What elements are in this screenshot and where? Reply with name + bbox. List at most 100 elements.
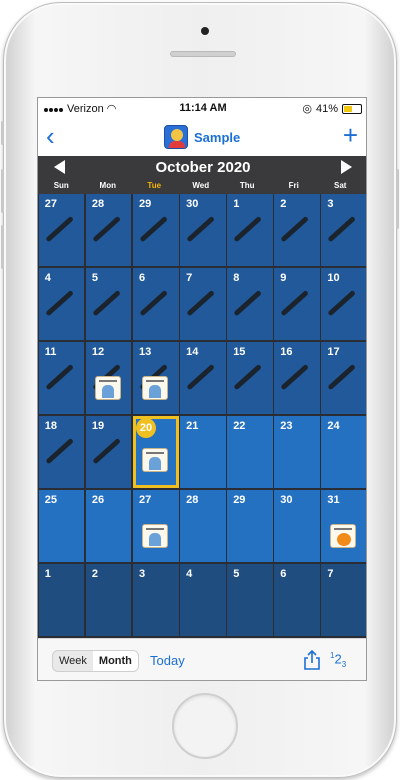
- volume-up-button: [1, 169, 4, 213]
- week-view-button[interactable]: Week: [53, 651, 93, 671]
- day-number: 27: [44, 198, 58, 210]
- calendar-day-cell[interactable]: 2: [85, 564, 132, 636]
- calendar-day-cell[interactable]: 9: [274, 268, 320, 340]
- calendar-day-cell[interactable]: 22: [227, 416, 273, 488]
- month-view-button[interactable]: Month: [92, 651, 138, 671]
- day-number: 9: [280, 272, 287, 284]
- event-picture-icon[interactable]: [142, 448, 168, 472]
- calendar-day-cell[interactable]: 6: [274, 564, 320, 636]
- app-screen: Verizon ◠ 11:14 AM ◎ 41% ‹ Sample + Octo…: [37, 97, 367, 681]
- calendar-day-cell[interactable]: 11: [38, 342, 85, 414]
- calendar-day-cell[interactable]: 4: [180, 564, 226, 636]
- calendar-day-cell[interactable]: 12: [85, 342, 132, 414]
- calendar-day-cell[interactable]: 21: [180, 416, 226, 488]
- day-number: 17: [327, 346, 340, 358]
- day-number: 22: [233, 420, 246, 432]
- day-number: 15: [233, 346, 246, 358]
- pumpkin-event-icon[interactable]: [330, 524, 357, 548]
- calendar-day-cell[interactable]: 14: [180, 342, 226, 414]
- day-number: 12: [91, 346, 105, 358]
- avatar: [164, 125, 188, 149]
- add-event-button[interactable]: +: [343, 120, 358, 150]
- calendar-day-cell[interactable]: 19: [85, 416, 132, 488]
- day-number: 13: [139, 346, 152, 358]
- day-number: 30: [280, 494, 293, 506]
- calendar-day-cell[interactable]: 27: [133, 490, 179, 562]
- calendar-day-cell[interactable]: 16: [274, 342, 320, 414]
- calendar-day-cell[interactable]: 15: [227, 342, 273, 414]
- calendar-day-cell[interactable]: 29: [227, 490, 273, 562]
- past-day-slash-icon: [280, 289, 310, 317]
- day-number: 3: [327, 198, 334, 210]
- today-button[interactable]: Today: [150, 653, 185, 668]
- nav-title-text: Sample: [194, 129, 241, 145]
- past-day-slash-icon: [139, 215, 168, 243]
- calendar-day-cell[interactable]: 27: [38, 194, 85, 266]
- earpiece-speaker: [170, 51, 236, 57]
- month-header: October 2020 Sun Mon Tue Wed Thu Fri Sat: [38, 156, 366, 194]
- calendar-day-cell[interactable]: 3: [321, 194, 366, 266]
- view-mode-segmented: Week Month: [52, 650, 139, 672]
- day-number: 19: [91, 420, 105, 432]
- past-day-slash-icon: [92, 215, 121, 243]
- calendar-day-cell[interactable]: 23: [274, 416, 320, 488]
- calendar-day-cell[interactable]: 20: [133, 416, 179, 488]
- calendar-day-cell[interactable]: 5: [227, 564, 273, 636]
- past-day-slash-icon: [92, 437, 121, 465]
- calendar-day-cell[interactable]: 30: [274, 490, 320, 562]
- past-day-slash-icon: [233, 215, 263, 243]
- past-day-slash-icon: [327, 289, 357, 317]
- event-picture-icon[interactable]: [142, 524, 168, 548]
- numbers-toggle-button[interactable]: 123: [330, 651, 346, 669]
- event-picture-icon[interactable]: [94, 376, 121, 400]
- nav-title: Sample: [164, 125, 240, 149]
- day-number: 5: [233, 568, 240, 580]
- day-number: 23: [280, 420, 293, 432]
- weekday-label: Fri: [288, 181, 299, 190]
- back-chevron-icon[interactable]: ‹: [46, 122, 55, 150]
- calendar-day-cell[interactable]: 4: [38, 268, 85, 340]
- calendar-day-cell[interactable]: 2: [274, 194, 320, 266]
- calendar-day-cell[interactable]: 1: [38, 564, 85, 636]
- day-number: 2: [280, 198, 287, 210]
- calendar-day-cell[interactable]: 6: [133, 268, 179, 340]
- calendar-day-cell[interactable]: 30: [180, 194, 226, 266]
- calendar-day-cell[interactable]: 28: [180, 490, 226, 562]
- calendar-day-cell[interactable]: 26: [85, 490, 132, 562]
- volume-down-button: [1, 225, 4, 269]
- weekday-label: Thu: [239, 181, 255, 190]
- calendar-day-cell[interactable]: 24: [321, 416, 366, 488]
- past-day-slash-icon: [280, 363, 310, 391]
- past-day-slash-icon: [327, 363, 357, 391]
- calendar-day-cell[interactable]: 13: [133, 342, 179, 414]
- day-number: 1: [44, 568, 51, 580]
- calendar-day-cell[interactable]: 25: [38, 490, 85, 562]
- calendar-day-cell[interactable]: 29: [133, 194, 179, 266]
- calendar-day-cell[interactable]: 10: [321, 268, 366, 340]
- calendar-day-cell[interactable]: 1: [227, 194, 273, 266]
- nav-bar: ‹ Sample +: [38, 120, 366, 154]
- calendar-day-cell[interactable]: 3: [133, 564, 179, 636]
- calendar-day-cell[interactable]: 8: [227, 268, 273, 340]
- day-number: 30: [186, 198, 199, 210]
- home-button[interactable]: [172, 693, 238, 759]
- calendar-day-cell[interactable]: 31: [321, 490, 366, 562]
- selected-date-badge: 20: [136, 418, 156, 438]
- calendar-day-cell[interactable]: 18: [38, 416, 85, 488]
- calendar-day-cell[interactable]: 7: [180, 268, 226, 340]
- month-grid: 27 28 29 30 1 2 3 4 5 6 7 8 9 10 11 12 13 14 15 16 17 18 19 20 2…: [38, 194, 366, 638]
- calendar-day-cell[interactable]: 7: [321, 564, 366, 636]
- day-number: 24: [327, 420, 340, 432]
- status-bar: Verizon ◠ 11:14 AM ◎ 41%: [38, 98, 366, 118]
- weekday-label: Sun: [53, 181, 69, 190]
- status-right: ◎ 41%: [302, 102, 362, 115]
- calendar-day-cell[interactable]: 17: [321, 342, 366, 414]
- calendar-day-cell[interactable]: 28: [85, 194, 132, 266]
- past-day-slash-icon: [327, 215, 357, 243]
- calendar-day-cell[interactable]: 5: [85, 268, 132, 340]
- share-icon[interactable]: [302, 649, 322, 671]
- day-number: 6: [139, 272, 146, 284]
- next-month-icon[interactable]: [341, 160, 352, 174]
- event-picture-icon[interactable]: [142, 376, 168, 400]
- past-day-slash-icon: [139, 289, 168, 317]
